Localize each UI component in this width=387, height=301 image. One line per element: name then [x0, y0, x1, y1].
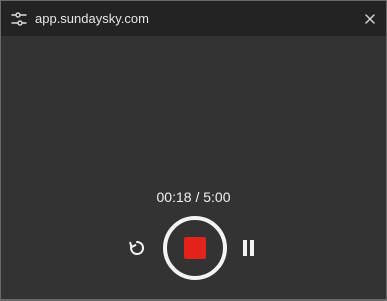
time-separator: / [191, 189, 204, 205]
pause-bar-right [250, 240, 254, 256]
restart-button[interactable] [128, 239, 146, 257]
site-url: app.sundaysky.com [35, 11, 149, 26]
elapsed-time: 00:18 [156, 189, 192, 205]
recorder-window: app.sundaysky.com 00:18 / 5:00 [1, 1, 386, 299]
stop-icon [184, 237, 206, 259]
pause-button[interactable] [242, 240, 256, 256]
close-icon [365, 14, 375, 24]
pause-bar-left [243, 240, 247, 256]
title-bar: app.sundaysky.com [1, 1, 386, 36]
stop-recording-button[interactable] [163, 216, 227, 280]
close-button[interactable] [363, 12, 377, 26]
recording-timer: 00:18 / 5:00 [1, 189, 386, 205]
restart-icon [129, 240, 145, 255]
settings-sliders-icon[interactable] [11, 11, 27, 27]
total-time: 5:00 [203, 189, 231, 205]
